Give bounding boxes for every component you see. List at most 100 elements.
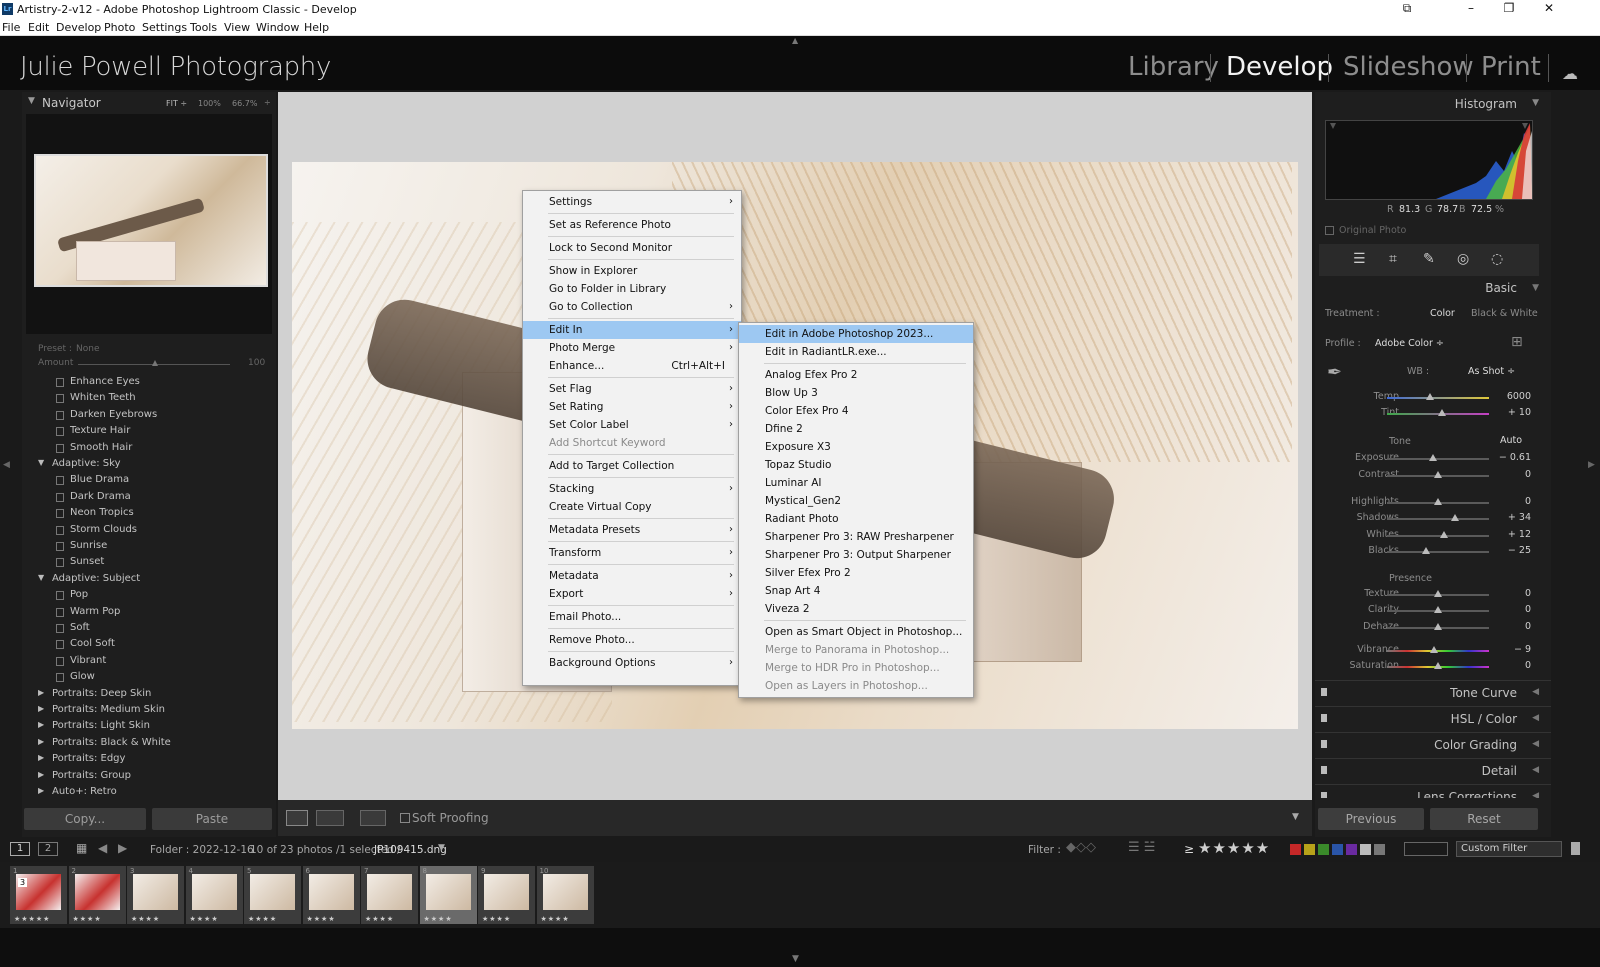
- cloud-sync-icon[interactable]: ☁: [1562, 64, 1578, 83]
- menu-edit[interactable]: Edit: [28, 21, 49, 34]
- preset-item[interactable]: Pop: [26, 588, 272, 604]
- histogram[interactable]: [1325, 120, 1533, 200]
- edit-in-menu-item[interactable]: Edit in RadiantLR.exe...: [739, 343, 973, 361]
- edit-filter-icons[interactable]: ☰ ☱: [1128, 840, 1155, 855]
- close-icon[interactable]: ✕: [1534, 1, 1564, 15]
- zoom-fit[interactable]: FIT ÷: [166, 99, 187, 108]
- slider-thumb[interactable]: [1428, 454, 1437, 461]
- slider-value[interactable]: + 12: [1495, 529, 1531, 540]
- preset-group[interactable]: ▼ Adaptive: Sky: [26, 457, 272, 473]
- navigator-preview-area[interactable]: [26, 114, 272, 334]
- preset-item[interactable]: Sunrise: [26, 539, 272, 555]
- context-menu-item[interactable]: Stacking ›: [523, 480, 741, 498]
- collapsed-triangle-icon[interactable]: ▶: [38, 704, 44, 713]
- edit-in-menu-item[interactable]: Topaz Studio: [739, 456, 973, 474]
- slider-value[interactable]: − 25: [1495, 545, 1531, 556]
- slider-thumb[interactable]: [1451, 514, 1460, 521]
- slider-value[interactable]: − 0.61: [1495, 452, 1531, 463]
- filmstrip-thumbnail[interactable]: 3 ★★★★: [127, 866, 184, 924]
- preset-item[interactable]: Warm Pop: [26, 605, 272, 621]
- module-library[interactable]: Library: [1128, 52, 1219, 82]
- context-menu-item[interactable]: Set as Reference Photo: [523, 216, 741, 234]
- section-switch-icon[interactable]: [1321, 766, 1327, 774]
- preset-item[interactable]: Storm Clouds: [26, 523, 272, 539]
- context-menu-item[interactable]: Export ›: [523, 585, 741, 603]
- slider-thumb[interactable]: [1421, 547, 1430, 554]
- collapsed-triangle-icon[interactable]: ▶: [38, 688, 44, 697]
- context-menu-item[interactable]: Enhance... Ctrl+Alt+I: [523, 357, 741, 375]
- context-menu-item[interactable]: Background Options ›: [523, 654, 741, 672]
- profile-browser-icon[interactable]: ⊞: [1511, 334, 1523, 350]
- edit-in-menu-item[interactable]: Exposure X3: [739, 438, 973, 456]
- menu-view[interactable]: View: [224, 21, 250, 34]
- color-label-swatch[interactable]: [1318, 844, 1329, 855]
- red-eye-icon[interactable]: ◎: [1457, 251, 1469, 267]
- expanded-triangle-icon[interactable]: ▼: [38, 458, 44, 467]
- color-grading-section[interactable]: Color Grading ◀: [1315, 732, 1551, 756]
- context-menu-item[interactable]: Lock to Second Monitor: [523, 239, 741, 257]
- back-arrow-icon[interactable]: ◀: [98, 841, 107, 855]
- edit-in-menu-item[interactable]: Edit in Adobe Photoshop 2023...: [739, 325, 973, 343]
- preset-item[interactable]: Smooth Hair: [26, 441, 272, 457]
- expand-triangle-icon[interactable]: ◀: [1532, 687, 1539, 697]
- navigator-header[interactable]: ▼ Navigator FIT ÷ 100% 66.7% ÷: [22, 94, 276, 114]
- preset-group[interactable]: ▶ Portraits: Deep Skin: [26, 687, 272, 703]
- navigator-thumbnail[interactable]: [34, 154, 268, 287]
- slider-thumb[interactable]: [1434, 606, 1442, 613]
- edit-in-menu-item[interactable]: Mystical_Gen2: [739, 492, 973, 510]
- context-menu-item[interactable]: Add to Target Collection: [523, 457, 741, 475]
- filmstrip-thumbnail[interactable]: 5 ★★★★: [244, 866, 301, 924]
- slider-track-blacks[interactable]: [1387, 551, 1489, 553]
- preset-group[interactable]: ▶ Portraits: Black & White: [26, 736, 272, 752]
- filmstrip-thumbnail[interactable]: 6 ★★★★: [302, 866, 360, 924]
- preset-item[interactable]: Whiten Teeth: [26, 391, 272, 407]
- rating-filter-stars[interactable]: ★★★★★: [1198, 839, 1270, 857]
- preset-item[interactable]: Neon Tropics: [26, 506, 272, 522]
- slider-value[interactable]: 0: [1495, 469, 1531, 480]
- right-panel-toggle-icon[interactable]: ▶: [1588, 460, 1595, 470]
- white-balance-picker-icon[interactable]: ✒: [1327, 362, 1342, 383]
- context-menu-item[interactable]: Go to Folder in Library: [523, 280, 741, 298]
- flag-filter-icons[interactable]: ◆◇◇: [1066, 840, 1096, 855]
- second-window-button[interactable]: 2: [38, 842, 58, 856]
- context-menu-item[interactable]: Set Rating ›: [523, 398, 741, 416]
- menu-help[interactable]: Help: [304, 21, 329, 34]
- preset-item[interactable]: Blue Drama: [26, 473, 272, 489]
- preset-item[interactable]: Texture Hair: [26, 424, 272, 440]
- slider-thumb[interactable]: [1440, 531, 1449, 538]
- reset-button[interactable]: Reset: [1430, 808, 1538, 830]
- filmstrip-thumbnail[interactable]: 4 ★★★★: [185, 866, 243, 924]
- treatment-bw[interactable]: Black & White: [1471, 308, 1538, 319]
- copy-settings-button[interactable]: Copy...: [24, 808, 146, 830]
- edit-in-menu-item[interactable]: Color Efex Pro 4: [739, 402, 973, 420]
- minimize-icon[interactable]: –: [1456, 1, 1486, 15]
- filmstrip-thumbnail[interactable]: 9 ★★★★: [478, 866, 535, 924]
- slider-value[interactable]: 0: [1495, 621, 1531, 632]
- folder-source[interactable]: Folder : 2022-12-16: [150, 844, 254, 856]
- soft-proofing-checkbox[interactable]: [400, 813, 410, 823]
- module-develop[interactable]: Develop: [1226, 52, 1333, 82]
- slider-thumb[interactable]: [1438, 409, 1447, 416]
- slider-value[interactable]: + 34: [1495, 512, 1531, 523]
- current-filename[interactable]: JP109415.dng: [374, 844, 447, 856]
- original-photo-checkbox[interactable]: [1325, 226, 1334, 235]
- menu-photo[interactable]: Photo: [104, 21, 135, 34]
- preset-group[interactable]: ▶ Portraits: Group: [26, 769, 272, 785]
- preset-item[interactable]: Soft: [26, 621, 272, 637]
- before-after-view-icon[interactable]: [316, 810, 344, 826]
- slider-track-shadows[interactable]: [1387, 518, 1489, 520]
- edit-in-menu-item[interactable]: Viveza 2: [739, 600, 973, 618]
- slider-value[interactable]: + 10: [1495, 407, 1531, 418]
- filmstrip-thumbnail[interactable]: 8 ★★★★: [419, 866, 477, 924]
- section-switch-icon[interactable]: [1321, 688, 1327, 696]
- filmstrip-thumbnail[interactable]: 7 ★★★★: [361, 866, 418, 924]
- preset-item[interactable]: Darken Eyebrows: [26, 408, 272, 424]
- slider-thumb[interactable]: [1425, 393, 1434, 400]
- snap-layout-icon[interactable]: ⧉: [1392, 1, 1422, 16]
- edit-in-menu-item[interactable]: Dfine 2: [739, 420, 973, 438]
- slider-thumb[interactable]: [1434, 623, 1442, 630]
- expand-triangle-icon[interactable]: ◀: [1532, 713, 1539, 723]
- color-label-swatch[interactable]: [1346, 844, 1357, 855]
- filmstrip-thumbnail[interactable]: 2 ★★★★: [68, 866, 126, 924]
- module-slideshow[interactable]: Slideshow: [1343, 52, 1474, 82]
